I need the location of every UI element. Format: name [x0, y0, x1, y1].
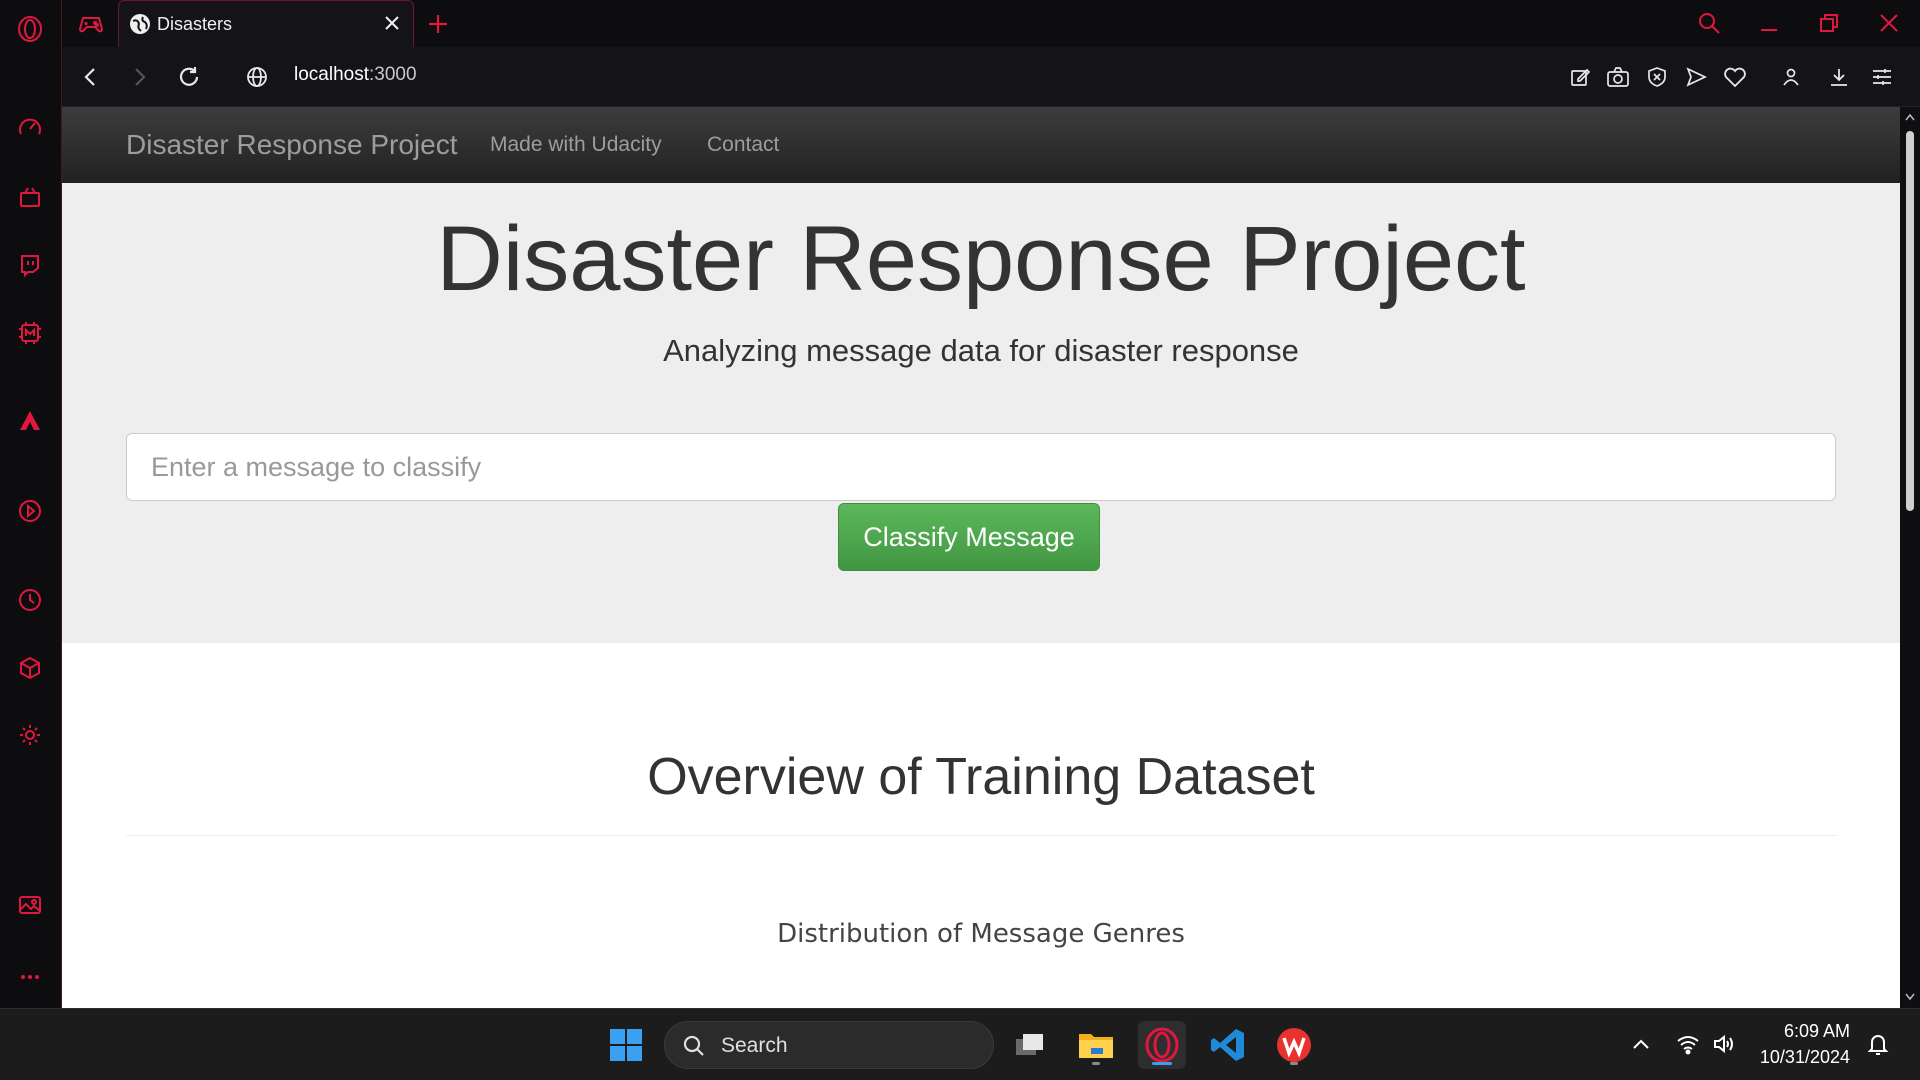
url-host: localhost: [294, 64, 369, 85]
globe-icon: [130, 14, 150, 34]
history-icon[interactable]: [13, 583, 47, 617]
heart-icon[interactable]: [1721, 63, 1749, 91]
overview-heading: Overview of Training Dataset: [647, 748, 1315, 806]
jumbotron: Disaster Response Project Analyzing mess…: [62, 183, 1900, 643]
classify-message-button[interactable]: Classify Message: [838, 503, 1100, 571]
easy-setup-icon[interactable]: [1868, 63, 1896, 91]
new-tab-icon[interactable]: [424, 10, 452, 38]
running-indicator: [1092, 1062, 1100, 1065]
tab-disasters[interactable]: Disasters: [118, 0, 414, 47]
search-icon: [683, 1035, 704, 1056]
settings-icon[interactable]: [13, 718, 47, 752]
taskbar-search[interactable]: Search: [664, 1021, 994, 1069]
page-title: Disaster Response Project: [436, 208, 1526, 310]
page-viewport: Disaster Response Project Made with Udac…: [62, 107, 1900, 1008]
opera-logo-icon[interactable]: [13, 12, 47, 46]
clock-date[interactable]: 10/31/2024: [1740, 1047, 1850, 1068]
forward-icon[interactable]: [124, 62, 154, 92]
browser-sidebar: [0, 0, 62, 1008]
memory-icon[interactable]: [13, 316, 47, 350]
scrollbar-thumb[interactable]: [1906, 131, 1914, 511]
download-icon[interactable]: [1825, 63, 1853, 91]
nav-link-contact[interactable]: Contact: [707, 133, 779, 157]
close-tab-icon[interactable]: [381, 12, 403, 34]
opera-gx-taskbar-icon[interactable]: [1138, 1021, 1186, 1069]
clock-time[interactable]: 6:09 AM: [1760, 1021, 1850, 1042]
send-icon[interactable]: [1682, 63, 1710, 91]
scroll-up-icon[interactable]: [1905, 113, 1915, 121]
tab-strip: Disasters: [62, 0, 1920, 47]
windows-taskbar: Search 6:09 AM 10/31/2024: [0, 1008, 1920, 1080]
snapshot-edit-icon[interactable]: [1566, 63, 1594, 91]
minimize-icon[interactable]: [1752, 8, 1786, 38]
site-info-icon[interactable]: [242, 62, 272, 92]
navbar-brand[interactable]: Disaster Response Project: [126, 129, 457, 161]
gx-corner-icon[interactable]: [76, 10, 106, 38]
url-port: :3000: [369, 64, 417, 85]
task-view-icon[interactable]: [1006, 1021, 1054, 1069]
vscode-icon[interactable]: [1204, 1021, 1252, 1069]
adblock-icon[interactable]: [1643, 63, 1671, 91]
file-explorer-icon[interactable]: [1072, 1021, 1120, 1069]
page-subtitle: Analyzing message data for disaster resp…: [663, 333, 1299, 368]
windows-start-icon[interactable]: [602, 1021, 650, 1069]
extensions-icon[interactable]: [13, 651, 47, 685]
wifi-icon[interactable]: [1676, 1033, 1700, 1055]
gallery-icon[interactable]: [13, 888, 47, 922]
url-field[interactable]: localhost:3000: [294, 64, 417, 86]
nav-link-udacity[interactable]: Made with Udacity: [490, 133, 662, 157]
tab-title: Disasters: [157, 14, 233, 34]
volume-icon[interactable]: [1712, 1033, 1736, 1055]
camera-icon[interactable]: [1604, 63, 1632, 91]
shopping-icon[interactable]: [13, 180, 47, 214]
site-navbar: Disaster Response Project Made with Udac…: [62, 107, 1900, 183]
scroll-down-icon[interactable]: [1905, 993, 1915, 1001]
divider: [126, 835, 1836, 836]
running-indicator: [1290, 1062, 1298, 1065]
wps-office-icon[interactable]: [1270, 1021, 1318, 1069]
taskbar-search-label: Search: [721, 1034, 788, 1057]
page-scrollbar[interactable]: [1900, 107, 1920, 1008]
reload-icon[interactable]: [174, 62, 204, 92]
player-icon[interactable]: [13, 494, 47, 528]
close-window-icon[interactable]: [1872, 8, 1906, 38]
search-tabs-icon[interactable]: [1692, 8, 1726, 38]
restore-icon[interactable]: [1812, 8, 1846, 38]
address-bar-row: localhost:3000: [62, 47, 1920, 107]
aria-icon[interactable]: [13, 404, 47, 438]
notification-bell-icon[interactable]: [1866, 1031, 1890, 1057]
chevron-up-icon[interactable]: [1630, 1033, 1652, 1055]
twitch-icon[interactable]: [13, 248, 47, 282]
message-input[interactable]: [126, 433, 1836, 501]
chart-title: Distribution of Message Genres: [777, 919, 1185, 949]
active-indicator: [1152, 1062, 1172, 1065]
more-icon[interactable]: [13, 960, 47, 994]
account-icon[interactable]: [1777, 63, 1805, 91]
speed-dial-icon[interactable]: [13, 111, 47, 145]
back-icon[interactable]: [76, 62, 106, 92]
